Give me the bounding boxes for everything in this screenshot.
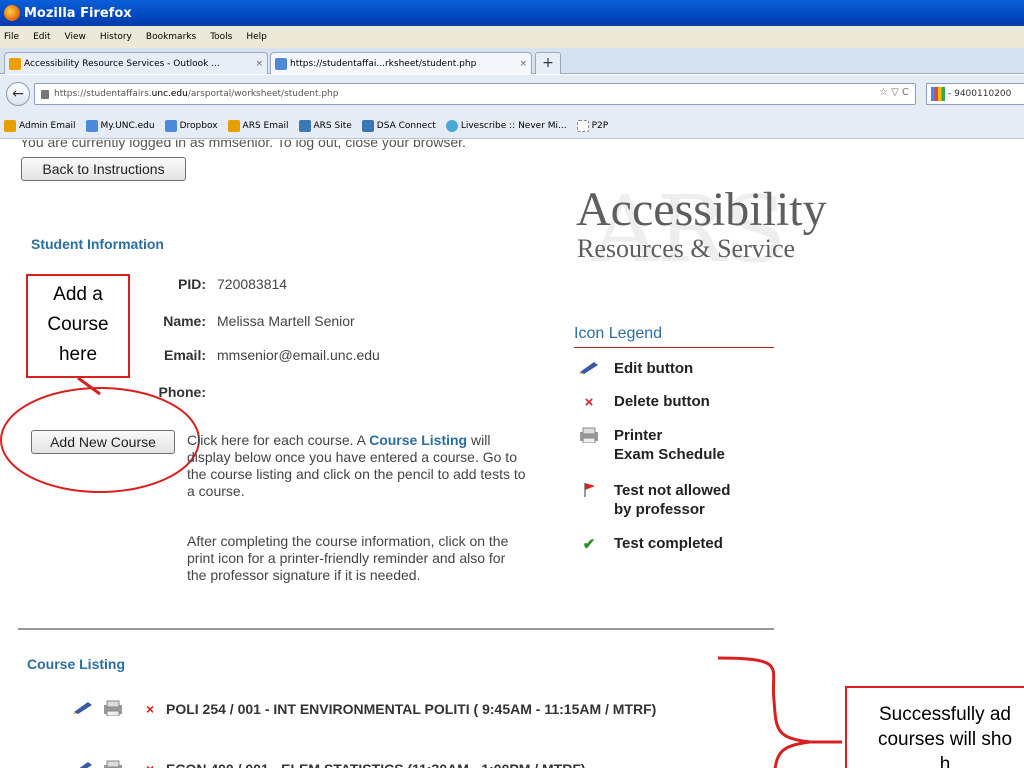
- bookmark-p2p[interactable]: P2P: [576, 119, 609, 132]
- menu-edit[interactable]: Edit: [33, 32, 50, 42]
- google-icon: [931, 87, 945, 101]
- url-path: /arsportal/worksheet/student.php: [187, 89, 339, 99]
- bookmark-admin-email[interactable]: Admin Email: [4, 119, 76, 132]
- back-button[interactable]: ←: [6, 82, 30, 106]
- firefox-logo-icon: [4, 5, 20, 21]
- globe-icon: [445, 119, 458, 132]
- search-box[interactable]: - 9400110200: [926, 83, 1024, 105]
- legend-label: Printer: [614, 427, 663, 444]
- bookmark-label: Dropbox: [179, 120, 218, 131]
- section-divider: [18, 628, 774, 630]
- tab-label: https://studentaffai...rksheet/student.p…: [290, 58, 477, 69]
- tab-outlook[interactable]: Accessibility Resource Services - Outloo…: [4, 52, 268, 74]
- bookmark-label: P2P: [591, 120, 609, 131]
- legend-item-not-allowed: Test not allowed by professor: [576, 481, 730, 519]
- page-content: You are currently logged in as mmsenior.…: [0, 140, 1024, 768]
- printer-icon: [576, 427, 602, 448]
- callout-line: courses will sho: [877, 729, 1013, 750]
- url-bar[interactable]: https://studentaffairs. unc.edu/arsportal…: [34, 83, 916, 105]
- edit-pencil-icon[interactable]: [72, 700, 94, 718]
- bookmark-my-unc[interactable]: My.UNC.edu: [85, 119, 155, 132]
- outlook-icon: [4, 119, 16, 132]
- new-tab-button[interactable]: +: [535, 52, 561, 74]
- page-icon: [164, 119, 177, 132]
- checkmark-icon: ✔: [582, 536, 596, 553]
- menu-help[interactable]: Help: [246, 32, 267, 42]
- lock-icon: [41, 89, 49, 99]
- search-text: - 9400110200: [948, 89, 1012, 99]
- print-instructions: After completing the course information,…: [187, 533, 509, 583]
- bookmark-label: ARS Email: [242, 120, 289, 131]
- course-listing-callout: Successfully ad courses will sho h: [845, 686, 1024, 768]
- callout-pointer: [77, 376, 101, 396]
- bookmark-label: ARS Site: [313, 120, 352, 131]
- print-icon[interactable]: [102, 760, 124, 768]
- bookmark-dsa-connect[interactable]: DSA Connect: [361, 119, 436, 132]
- legend-label: Delete button: [614, 393, 710, 410]
- callout-line: h: [939, 754, 951, 768]
- legend-label: Test completed: [614, 535, 723, 552]
- callout-line: Successfully ad: [878, 704, 1011, 725]
- bookmark-label: Livescribe :: Never Mi...: [460, 120, 567, 131]
- menu-history[interactable]: History: [100, 32, 132, 42]
- bookmark-livescribe[interactable]: Livescribe :: Never Mi...: [445, 119, 567, 132]
- legend-item-delete: × Delete button: [576, 392, 710, 411]
- course-listing-brace: [717, 656, 842, 768]
- legend-label: by professor: [614, 501, 705, 518]
- add-new-course-button[interactable]: Add New Course: [31, 430, 175, 454]
- page-icon: [275, 57, 287, 70]
- red-flag-icon: [576, 482, 602, 503]
- legend-item-completed: ✔ Test completed: [576, 534, 723, 553]
- bookmark-dropbox[interactable]: Dropbox: [164, 119, 218, 132]
- delete-x-icon[interactable]: ×: [146, 760, 154, 768]
- outlook-icon: [227, 119, 240, 132]
- tab-student-worksheet[interactable]: https://studentaffai...rksheet/student.p…: [270, 52, 532, 74]
- legend-item-edit: Edit button: [576, 359, 693, 378]
- delete-x-icon[interactable]: ×: [146, 700, 154, 718]
- add-course-instructions: Click here for each course. A Course Lis…: [187, 432, 533, 500]
- menu-bar: File Edit View History Bookmarks Tools H…: [0, 26, 1024, 48]
- bookmark-ars-email[interactable]: ARS Email: [227, 119, 289, 132]
- print-icon[interactable]: [102, 700, 124, 720]
- bookmark-label: My.UNC.edu: [100, 120, 155, 131]
- blank-page-icon: [576, 119, 589, 132]
- menu-view[interactable]: View: [65, 32, 86, 42]
- instructions-text: Click here for each course. A: [187, 432, 370, 448]
- bookmark-star-icon[interactable]: ☆ ▽ C: [879, 87, 909, 98]
- tab-close-icon[interactable]: ×: [515, 59, 527, 69]
- outlook-icon: [9, 57, 21, 70]
- edit-pencil-icon[interactable]: [72, 760, 94, 768]
- delete-x-icon: ×: [584, 394, 594, 411]
- menu-tools[interactable]: Tools: [210, 32, 232, 42]
- url-host: unc.edu: [151, 89, 188, 99]
- tab-label: Accessibility Resource Services - Outloo…: [24, 58, 220, 69]
- course-text: ECON 400 / 001 - ELEM STATISTICS (11:30A…: [166, 760, 726, 768]
- site-icon: [361, 119, 374, 132]
- legend-label: Edit button: [614, 360, 694, 377]
- icon-legend-title: Icon Legend: [574, 325, 774, 348]
- tab-bar: Accessibility Resource Services - Outloo…: [0, 48, 1024, 74]
- course-listing-link: Course Listing: [369, 432, 468, 448]
- bookmark-label: DSA Connect: [376, 120, 436, 131]
- window-title: Mozilla Firefox: [24, 5, 132, 21]
- navigation-bar: ← https://studentaffairs. unc.edu/arsport…: [0, 75, 1024, 113]
- menu-bookmarks[interactable]: Bookmarks: [146, 32, 196, 42]
- bookmarks-toolbar: Admin Email My.UNC.edu Dropbox ARS Email…: [0, 113, 1024, 139]
- tab-close-icon[interactable]: ×: [251, 59, 263, 69]
- legend-item-printer: Printer Exam Schedule: [576, 426, 725, 464]
- url-prefix: https://studentaffairs.: [54, 89, 152, 99]
- site-icon: [298, 119, 311, 132]
- page-icon: [85, 119, 98, 132]
- legend-label: Test not allowed: [614, 482, 731, 499]
- pencil-icon: [576, 360, 602, 379]
- menu-file[interactable]: File: [4, 32, 19, 42]
- window-titlebar: Mozilla Firefox: [0, 0, 1024, 26]
- course-text: POLI 254 / 001 - INT ENVIRONMENTAL POLIT…: [166, 701, 657, 717]
- course-listing-title: Course Listing: [27, 656, 126, 672]
- bookmark-ars-site[interactable]: ARS Site: [298, 119, 352, 132]
- bookmark-label: Admin Email: [19, 120, 76, 131]
- legend-label: Exam Schedule: [614, 446, 725, 463]
